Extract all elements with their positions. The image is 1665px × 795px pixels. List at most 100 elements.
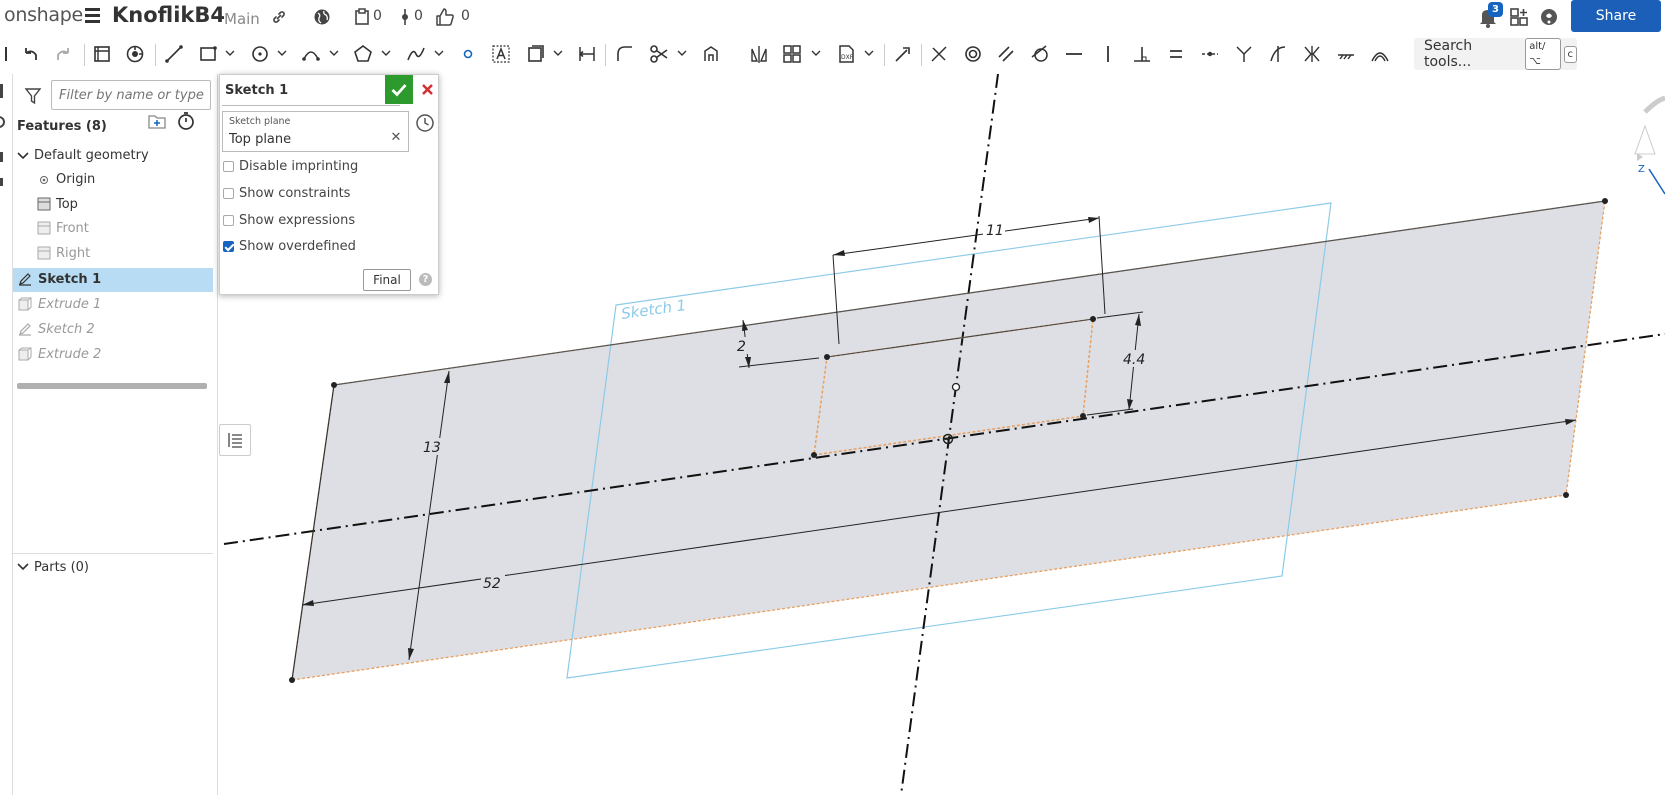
hamburger-menu-icon[interactable]	[85, 8, 101, 24]
sketch-dialog-title[interactable]: Sketch 1	[225, 83, 288, 98]
clear-selection-close-icon[interactable]: ✕	[389, 131, 403, 145]
tree-sketch-2[interactable]: Sketch 2	[13, 318, 213, 342]
pattern-options-chevron-down-icon[interactable]	[811, 48, 821, 58]
rectangle-options-chevron-down-icon[interactable]	[225, 48, 235, 58]
corner-point[interactable]	[289, 677, 295, 683]
normal-constraint-icon[interactable]	[1232, 42, 1256, 66]
pattern-tool-icon[interactable]	[780, 42, 804, 66]
feature-list-toggle-button[interactable]	[219, 424, 251, 456]
dimension-4-4-label[interactable]: 4.4	[1123, 352, 1145, 368]
like-icon[interactable]	[434, 6, 456, 28]
midpoint[interactable]	[951, 382, 961, 392]
branch-name[interactable]: Main	[224, 10, 260, 28]
help-learning-icon[interactable]	[1538, 6, 1560, 28]
globe-icon[interactable]	[311, 6, 333, 28]
accept-button[interactable]	[385, 75, 413, 104]
sketch-plane-field[interactable]: Sketch plane Top plane ✕	[222, 111, 409, 152]
disable-imprinting-option[interactable]: Disable imprinting	[223, 157, 358, 175]
disable-imprinting-checkbox[interactable]	[223, 160, 234, 172]
toolbar-edge-icon[interactable]	[0, 42, 18, 66]
cancel-button[interactable]	[416, 77, 438, 101]
trim-options-chevron-down-icon[interactable]	[677, 48, 687, 58]
parts-section-header[interactable]: Parts (0)	[13, 553, 213, 577]
concentric-constraint-icon[interactable]	[961, 42, 985, 66]
show-overdefined-checkbox[interactable]	[223, 240, 234, 252]
final-button[interactable]: Final	[363, 269, 411, 291]
transform-tool-icon[interactable]	[891, 42, 915, 66]
onshape-logo[interactable]: onshape	[4, 4, 83, 26]
app-store-icon[interactable]	[1508, 6, 1530, 28]
link-icon[interactable]	[268, 6, 290, 28]
corner-point[interactable]	[1602, 198, 1608, 204]
horizontal-constraint-icon[interactable]	[1062, 42, 1086, 66]
tree-front-plane[interactable]: Front	[13, 217, 213, 241]
line-tool-icon[interactable]	[162, 42, 186, 66]
pierce-constraint-icon[interactable]	[1266, 42, 1290, 66]
mirror-tool-icon[interactable]	[747, 42, 771, 66]
dimension-tool-icon[interactable]	[575, 42, 599, 66]
circle-options-chevron-down-icon[interactable]	[277, 48, 287, 58]
tree-origin[interactable]: Origin	[13, 168, 213, 192]
chevron-down-icon[interactable]	[16, 149, 30, 163]
construction-options-chevron-down-icon[interactable]	[553, 48, 563, 58]
corner-point[interactable]	[331, 382, 337, 388]
arc-tool-icon[interactable]	[299, 42, 323, 66]
help-question-icon[interactable]: ?	[419, 273, 432, 286]
tree-extrude-1[interactable]: Extrude 1	[13, 293, 213, 317]
rectangle-tool-icon[interactable]	[196, 42, 220, 66]
midpoint-constraint-icon[interactable]	[1198, 42, 1222, 66]
fix-constraint-icon[interactable]	[1334, 42, 1358, 66]
show-overdefined-option[interactable]: Show overdefined	[223, 237, 356, 255]
text-tool-icon[interactable]	[489, 42, 513, 66]
history-clock-icon[interactable]	[415, 113, 435, 133]
polygon-tool-icon[interactable]	[351, 42, 375, 66]
undo-icon[interactable]	[18, 42, 42, 66]
equal-constraint-icon[interactable]	[1164, 42, 1188, 66]
dimension-2-label[interactable]: 2	[737, 339, 746, 355]
use-project-icon[interactable]	[699, 42, 723, 66]
dimension-13-label[interactable]: 13	[423, 440, 441, 456]
tree-sketch-1[interactable]: Sketch 1	[13, 268, 213, 292]
view-cube-ring[interactable]	[1643, 95, 1665, 114]
fillet-tool-icon[interactable]	[613, 42, 637, 66]
chevron-down-icon[interactable]	[16, 560, 30, 574]
construction-tool-icon[interactable]	[523, 42, 547, 66]
left-strip-icons[interactable]	[0, 74, 13, 194]
dxf-import-icon[interactable]: DXF	[834, 42, 858, 66]
parallel-constraint-icon[interactable]	[994, 42, 1018, 66]
search-tools-button[interactable]: Search tools... alt/⌥ c	[1414, 38, 1577, 70]
tree-extrude-2[interactable]: Extrude 2	[13, 343, 213, 367]
rollback-timer-icon[interactable]	[175, 110, 197, 132]
tangent-constraint-icon[interactable]	[1028, 42, 1052, 66]
versions-icon[interactable]	[351, 6, 373, 28]
coincident-constraint-icon[interactable]	[927, 42, 951, 66]
tree-right-plane[interactable]: Right	[13, 242, 213, 266]
import-options-chevron-down-icon[interactable]	[864, 48, 874, 58]
spline-options-chevron-down-icon[interactable]	[434, 48, 444, 58]
share-button[interactable]: Share	[1571, 0, 1661, 32]
perpendicular-constraint-icon[interactable]	[1130, 42, 1154, 66]
dimension-52-label[interactable]: 52	[483, 576, 501, 592]
document-title[interactable]: KnoflikB4	[112, 3, 225, 27]
feature-list-scrollbar[interactable]	[17, 383, 207, 389]
show-constraints-option[interactable]: Show constraints	[223, 184, 350, 202]
curvature-constraint-icon[interactable]	[1368, 42, 1392, 66]
filter-icon[interactable]	[24, 87, 42, 105]
corner-point[interactable]	[811, 452, 817, 458]
branch-icon[interactable]	[394, 6, 416, 28]
show-expressions-checkbox[interactable]	[223, 214, 234, 226]
show-expressions-option[interactable]: Show expressions	[223, 211, 355, 229]
polygon-options-chevron-down-icon[interactable]	[381, 48, 391, 58]
dimension-11-label[interactable]: 11	[986, 223, 1004, 239]
tree-top-plane[interactable]: Top	[13, 193, 213, 217]
dim-line-11[interactable]	[832, 217, 1100, 256]
circle-tool-icon[interactable]	[248, 42, 272, 66]
point-tool-icon[interactable]	[456, 42, 480, 66]
tree-default-geometry[interactable]: Default geometry	[13, 144, 213, 168]
redo-icon[interactable]	[52, 42, 76, 66]
corner-point[interactable]	[824, 354, 830, 360]
add-folder-icon[interactable]	[146, 110, 168, 132]
vertical-constraint-icon[interactable]	[1096, 42, 1120, 66]
feature-list-icon[interactable]	[90, 42, 114, 66]
symmetric-constraint-icon[interactable]	[1300, 42, 1324, 66]
